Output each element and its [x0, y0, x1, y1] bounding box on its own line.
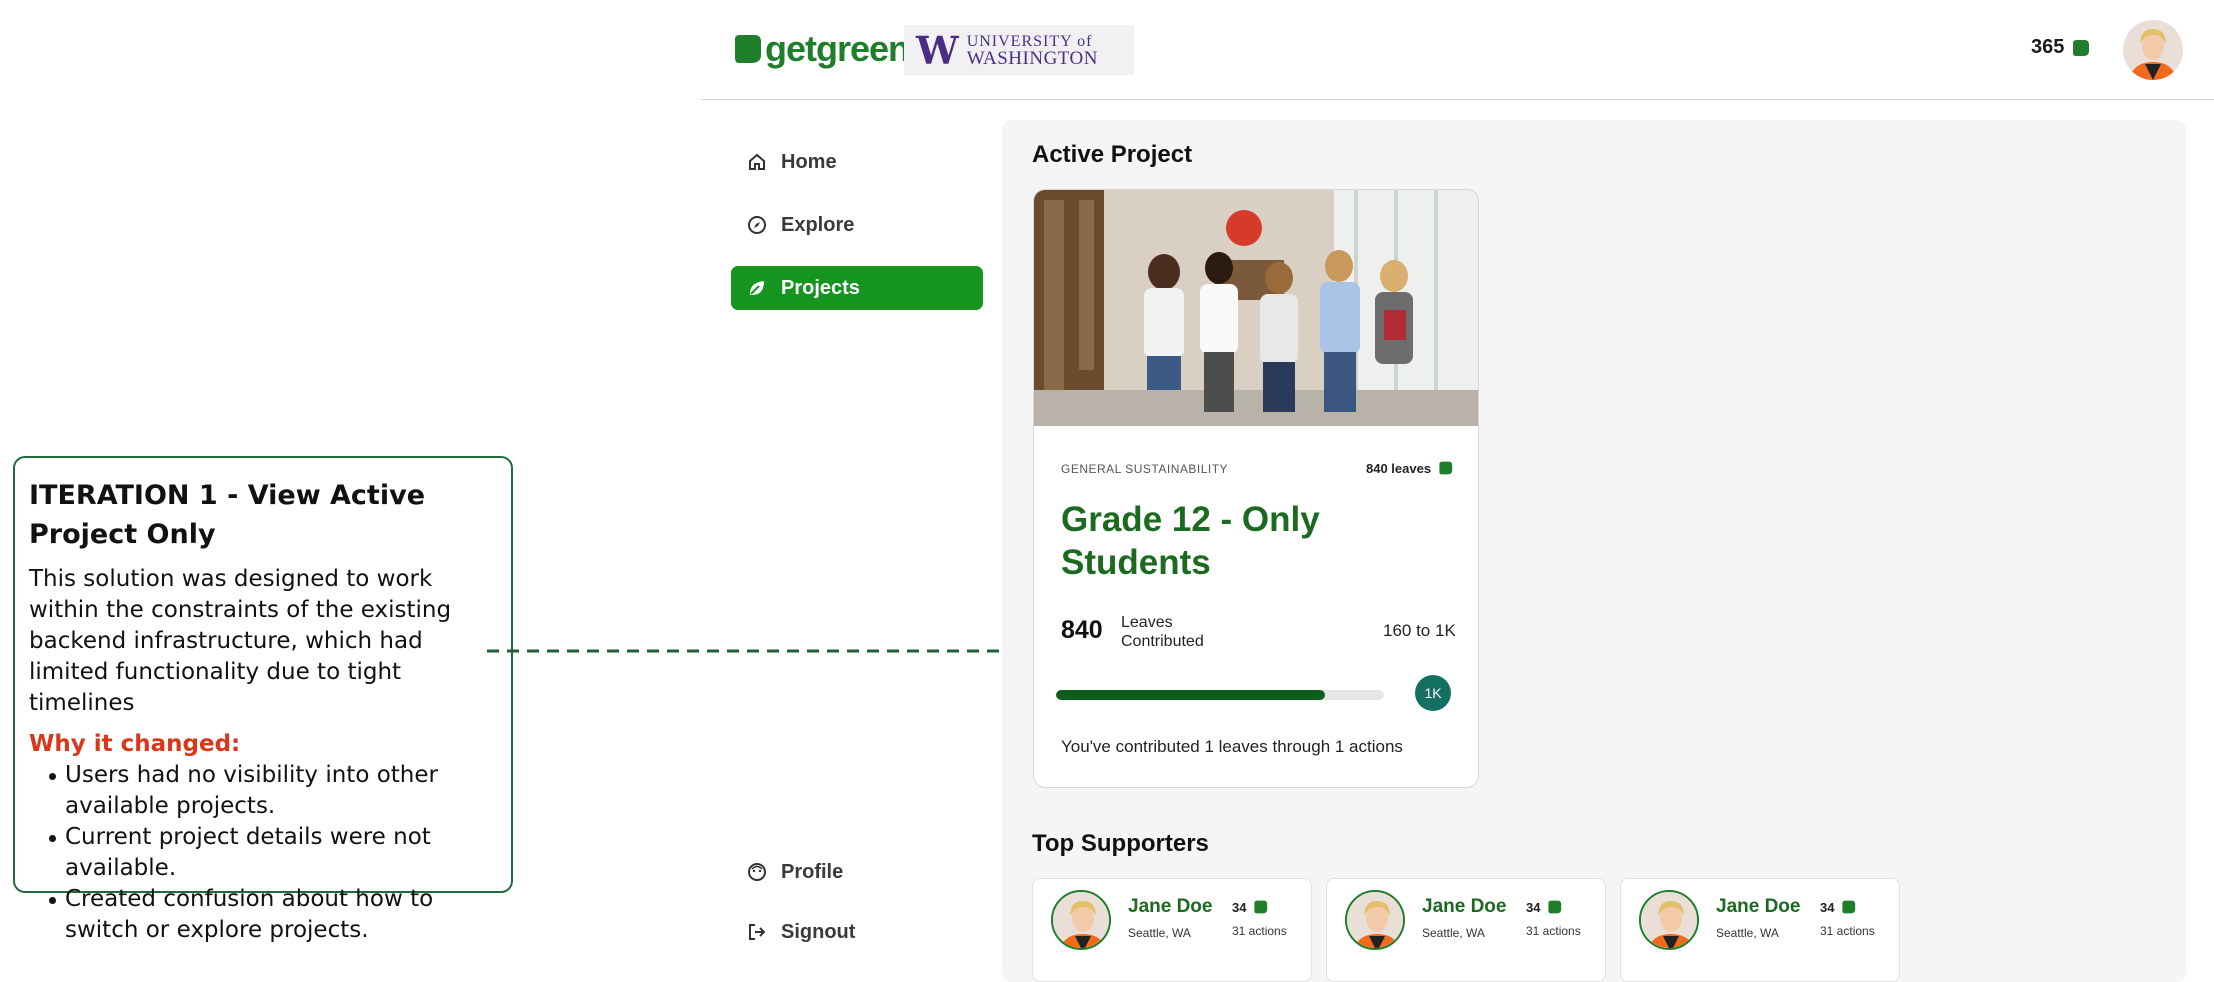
project-category: GENERAL SUSTAINABILITY: [1061, 462, 1229, 476]
supporter-location: Seattle, WA: [1128, 926, 1191, 940]
home-icon: [749, 153, 765, 170]
supporter-avatar: [1639, 890, 1699, 950]
supporter-location: Seattle, WA: [1716, 926, 1779, 940]
project-image: [1034, 190, 1478, 426]
annotation-reason: Created confusion about how to switch or…: [49, 884, 497, 946]
points-value: 365: [2031, 36, 2065, 58]
leaf-icon: [1842, 900, 1856, 914]
supporter-avatar: [1051, 890, 1111, 950]
project-range: 160 to 1K: [1383, 621, 1456, 640]
supporter-card[interactable]: Jane Doe Seattle, WA 34 31 actions: [1032, 878, 1312, 982]
progress-bar: [1056, 690, 1384, 700]
supporter-location: Seattle, WA: [1422, 926, 1485, 940]
sidebar-item-label: Profile: [781, 860, 844, 883]
uw-w-mark: W: [916, 27, 959, 73]
uw-logo: W UNIVERSITY of WASHINGTON: [904, 25, 1134, 75]
annotation-reason: Current project details were not availab…: [49, 822, 497, 884]
contributed-label-line1: Leaves: [1121, 614, 1173, 631]
sidebar-item-label: Projects: [781, 276, 860, 299]
sidebar-item-projects[interactable]: Projects: [731, 266, 983, 310]
supporter-leaves-value: 34: [1232, 899, 1247, 915]
logo-leaf-icon: [735, 35, 761, 63]
sidebar-item-explore[interactable]: Explore: [731, 203, 983, 247]
user-avatar[interactable]: [2123, 20, 2183, 80]
annotation-why-label: Why it changed:: [29, 731, 241, 757]
uw-line2: WASHINGTON: [966, 48, 1098, 69]
supporter-leaves: 34: [1526, 899, 1562, 915]
annotation-reasons: Users had no visibility into other avail…: [49, 760, 497, 946]
supporter-leaves-value: 34: [1820, 899, 1835, 915]
supporter-card[interactable]: Jane Doe Seattle, WA 34 31 actions: [1326, 878, 1606, 982]
sidebar-item-profile[interactable]: Profile: [731, 850, 983, 894]
active-project-title: Active Project: [1032, 141, 1193, 168]
supporter-actions: 31 actions: [1820, 924, 1875, 938]
supporter-leaves: 34: [1232, 899, 1268, 915]
points-badge: 365: [2031, 36, 2090, 59]
leaf-icon: [1254, 900, 1268, 914]
face-icon: [748, 863, 766, 881]
supporter-card[interactable]: Jane Doe Seattle, WA 34 31 actions: [1620, 878, 1900, 982]
supporter-actions: 31 actions: [1232, 924, 1287, 938]
leaf-icon: [1548, 900, 1562, 914]
annotation-title: ITERATION 1 - View Active Project Only: [29, 480, 426, 550]
supporter-leaves-value: 34: [1526, 899, 1541, 915]
contribution-summary: You've contributed 1 leaves through 1 ac…: [1061, 737, 1403, 756]
active-project-card[interactable]: GENERAL SUSTAINABILITY 840 leaves Grade …: [1033, 189, 1479, 788]
progress-bar-fill: [1056, 690, 1325, 700]
sidebar-item-label: Explore: [781, 213, 855, 236]
signout-icon: [749, 924, 766, 940]
logo-text: getgreen: [765, 28, 910, 69]
supporter-name: Jane Doe: [1422, 896, 1507, 917]
contributed-label: Leaves Contributed: [1121, 613, 1204, 651]
compass-icon: [748, 216, 766, 234]
project-title: Grade 12 - Only Students: [1061, 500, 1320, 582]
annotation-description: This solution was designed to work withi…: [29, 566, 452, 716]
supporter-name: Jane Doe: [1128, 896, 1213, 917]
project-leaves: 840 leaves: [1366, 460, 1453, 476]
supporter-leaves: 34: [1820, 899, 1856, 915]
goal-badge: 1K: [1415, 675, 1451, 711]
contributed-label-line2: Contributed: [1121, 633, 1204, 650]
sidebar-item-home[interactable]: Home: [731, 140, 983, 184]
sidebar-item-signout[interactable]: Signout: [731, 910, 983, 954]
project-leaves-text: 840 leaves: [1366, 460, 1432, 476]
supporter-name: Jane Doe: [1716, 896, 1801, 917]
annotation-arrow: [487, 638, 1024, 664]
annotation-reason: Users had no visibility into other avail…: [49, 760, 497, 822]
leaf-icon: [1439, 461, 1453, 475]
annotation-box: ITERATION 1 - View Active Project Only T…: [13, 456, 513, 943]
leaf-icon: [2073, 39, 2090, 56]
supporter-actions: 31 actions: [1526, 924, 1581, 938]
sidebar-item-label: Home: [781, 150, 837, 173]
leaf-icon: [749, 281, 764, 295]
contributed-number: 840: [1061, 616, 1103, 644]
top-supporters-title: Top Supporters: [1032, 830, 1209, 857]
supporter-avatar: [1345, 890, 1405, 950]
getgreen-logo[interactable]: getgreen: [731, 28, 910, 70]
sidebar-item-label: Signout: [781, 920, 856, 943]
top-header: getgreen W UNIVERSITY of WASHINGTON 365: [701, 0, 2214, 100]
